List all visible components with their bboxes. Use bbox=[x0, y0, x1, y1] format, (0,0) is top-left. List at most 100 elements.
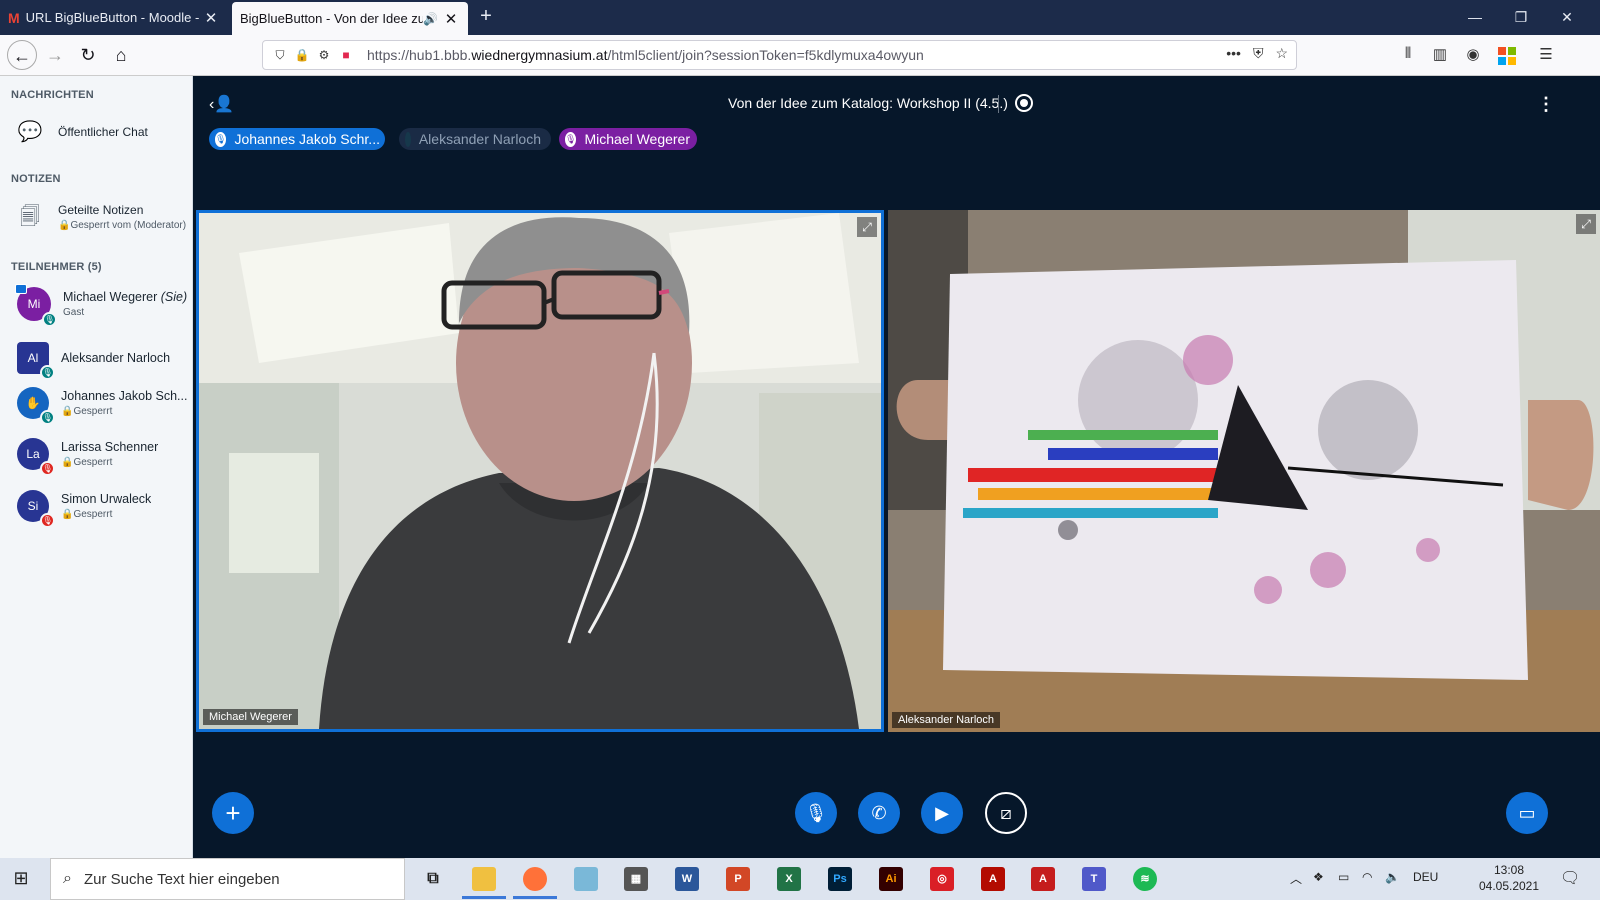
wifi-icon[interactable]: ◠ bbox=[1362, 870, 1372, 884]
excel-icon[interactable]: X bbox=[777, 867, 801, 891]
creative-cloud-icon[interactable]: ◎ bbox=[930, 867, 954, 891]
firefox-icon[interactable] bbox=[513, 867, 557, 899]
talking-indicator[interactable]: 🎙 Johannes Jakob Schr... bbox=[209, 128, 385, 150]
acrobat-icon[interactable]: A bbox=[981, 867, 1005, 891]
options-menu-icon[interactable]: ⋮ bbox=[1537, 94, 1555, 115]
tab-bigbluebutton[interactable]: BigBlueButton - Von der Idee zu 🔊 ✕ bbox=[232, 2, 468, 35]
tray-chevron-icon[interactable]: ︿ bbox=[1290, 870, 1302, 887]
sidebar-icon[interactable]: ▥ bbox=[1430, 45, 1450, 65]
video-tile-michael[interactable]: Michael Wegerer ⤢ bbox=[196, 210, 884, 732]
dropbox-icon[interactable]: ❖ bbox=[1313, 870, 1324, 884]
lock-icon[interactable]: 🔒 bbox=[293, 48, 311, 62]
battery-icon[interactable]: ▭ bbox=[1338, 870, 1349, 884]
participant-johannes-jakob[interactable]: ✋ 🎙 Johannes Jakob Sch... 🔒Gesperrt bbox=[17, 387, 189, 425]
acrobat-reader-icon[interactable]: A bbox=[1031, 867, 1055, 891]
notes-icon: 🗐 bbox=[20, 206, 40, 228]
public-chat-item[interactable]: 💬 Öffentlicher Chat bbox=[16, 118, 148, 146]
participant-larissa-schenner[interactable]: La 🎙 Larissa Schenner 🔒Gesperrt bbox=[17, 438, 189, 476]
bookmark-star-icon[interactable]: ☆ bbox=[1275, 45, 1288, 62]
webcam-image bbox=[199, 213, 881, 729]
photoshop-icon[interactable]: Ps bbox=[828, 867, 852, 891]
talking-indicator[interactable]: Aleksander Narloch bbox=[399, 128, 551, 150]
mic-icon: 🎙 bbox=[42, 312, 57, 327]
permissions-icon[interactable]: ⚙ bbox=[315, 48, 333, 62]
video-label: Michael Wegerer bbox=[203, 709, 298, 725]
shared-notes-item[interactable]: 🗐 Geteilte Notizen 🔒Gesperrt vom (Modera… bbox=[16, 203, 186, 231]
notifications-icon[interactable]: 🗨 bbox=[1560, 868, 1580, 888]
time: 13:08 bbox=[1493, 863, 1525, 877]
actions-button[interactable]: + bbox=[212, 792, 254, 834]
shared-notes-label: Geteilte Notizen bbox=[58, 203, 144, 217]
browser-tab-bar: M URL BigBlueButton - Moodle - ✕ BigBlue… bbox=[0, 0, 1600, 35]
back-button[interactable]: ← bbox=[7, 40, 37, 70]
video-tile-aleksander[interactable]: Aleksander Narloch ⤢ bbox=[888, 210, 1600, 732]
microsoft-icon[interactable] bbox=[1496, 45, 1516, 65]
restore-button[interactable]: ❐ bbox=[1498, 0, 1544, 35]
avatar: La 🎙 bbox=[17, 438, 55, 476]
microphone-button[interactable]: 🎙 bbox=[795, 792, 837, 834]
video-label: Aleksander Narloch bbox=[892, 712, 1000, 728]
shield-icon[interactable]: ⛉ bbox=[271, 48, 289, 63]
participant-status: 🔒Gesperrt bbox=[61, 509, 113, 520]
participant-simon-urwaleck[interactable]: Si 🎙 Simon Urwaleck 🔒Gesperrt bbox=[17, 490, 189, 528]
url-text[interactable]: https://hub1.bbb.wiednergymnasium.at/htm… bbox=[367, 47, 924, 63]
language-indicator[interactable]: DEU bbox=[1413, 870, 1438, 884]
speaker-icon[interactable]: 🔊 bbox=[423, 12, 438, 26]
forward-button[interactable]: → bbox=[40, 40, 70, 70]
fullscreen-icon[interactable]: ⤢ bbox=[1576, 214, 1596, 234]
tab-moodle[interactable]: M URL BigBlueButton - Moodle - ✕ bbox=[0, 0, 228, 35]
home-button[interactable]: ⌂ bbox=[106, 40, 136, 70]
account-icon[interactable]: ◉ bbox=[1463, 45, 1483, 65]
minimize-button[interactable]: — bbox=[1452, 0, 1498, 35]
close-tab-icon[interactable]: ✕ bbox=[202, 9, 220, 27]
participant-aleksander-narloch[interactable]: Al 🎙 Aleksander Narloch bbox=[17, 342, 189, 380]
gmail-icon: M bbox=[8, 9, 20, 26]
menu-icon[interactable]: ☰ bbox=[1536, 45, 1556, 65]
fullscreen-icon[interactable]: ⤢ bbox=[857, 217, 877, 237]
avatar: Mi 🎙 bbox=[15, 284, 57, 327]
mic-icon: 🎙 bbox=[565, 131, 577, 147]
record-icon[interactable] bbox=[1015, 94, 1033, 112]
task-view-icon[interactable]: ⧉ bbox=[421, 867, 445, 891]
volume-icon[interactable]: 🔈 bbox=[1385, 870, 1400, 884]
participant-name: Simon Urwaleck bbox=[61, 492, 152, 506]
more-icon[interactable]: ••• bbox=[1226, 45, 1241, 62]
webcam-image bbox=[888, 210, 1600, 732]
toggle-userlist-icon[interactable]: ‹👤 bbox=[209, 94, 234, 114]
audio-phone-button[interactable]: ✆ bbox=[858, 792, 900, 834]
library-icon[interactable]: ⫴ bbox=[1398, 45, 1418, 65]
search-icon: ⌕ bbox=[63, 870, 72, 887]
pocket-icon[interactable]: ⛨ bbox=[1253, 45, 1264, 62]
navigation-bar: ← → ↻ ⌂ ⛉ 🔒 ⚙ ■ https://hub1.bbb.wiedner… bbox=[0, 35, 1600, 76]
file-explorer-icon[interactable] bbox=[462, 867, 506, 899]
self-marker: (Sie) bbox=[160, 290, 188, 304]
windows-taskbar: ⊞ ⌕ Zur Suche Text hier eingeben ⧉ ▦ W P… bbox=[0, 858, 1600, 900]
date: 04.05.2021 bbox=[1478, 879, 1540, 893]
close-tab-icon[interactable]: ✕ bbox=[442, 10, 460, 28]
illustrator-icon[interactable]: Ai bbox=[879, 867, 903, 891]
talking-indicator[interactable]: 🎙 Michael Wegerer bbox=[559, 128, 697, 150]
taskbar-search[interactable]: ⌕ Zur Suche Text hier eingeben bbox=[50, 858, 405, 900]
camera-sharing-icon[interactable]: ■ bbox=[337, 48, 355, 62]
reload-button[interactable]: ↻ bbox=[73, 40, 103, 70]
screenshare-button[interactable]: ⧄ bbox=[985, 792, 1027, 834]
meeting-area: ‹👤 Von der Idee zum Katalog: Workshop II… bbox=[193, 76, 1600, 858]
clock[interactable]: 13:08 04.05.2021 bbox=[1474, 862, 1544, 894]
word-icon[interactable]: W bbox=[675, 867, 699, 891]
spotify-icon[interactable]: ≋ bbox=[1133, 867, 1157, 891]
chat-icon: 💬 bbox=[17, 121, 43, 143]
participant-michael-wegerer[interactable]: Mi 🎙 Michael Wegerer (Sie) Gast bbox=[15, 284, 189, 327]
powerpoint-icon[interactable]: P bbox=[726, 867, 750, 891]
url-bar[interactable]: ⛉ 🔒 ⚙ ■ https://hub1.bbb.wiednergymnasiu… bbox=[262, 40, 1297, 70]
participants-header: TEILNEHMER (5) bbox=[11, 261, 102, 273]
teams-icon[interactable]: T bbox=[1082, 867, 1106, 891]
mic-icon: 🎙 bbox=[40, 410, 55, 425]
notepad-icon[interactable] bbox=[574, 867, 598, 891]
camera-button[interactable]: ▶ bbox=[921, 792, 963, 834]
presentation-button[interactable]: ▭ bbox=[1506, 792, 1548, 834]
close-window-button[interactable]: ✕ bbox=[1544, 0, 1590, 35]
calculator-icon[interactable]: ▦ bbox=[624, 867, 648, 891]
participant-status: 🔒Gesperrt bbox=[61, 457, 113, 468]
new-tab-button[interactable]: + bbox=[474, 5, 498, 29]
windows-start-icon[interactable]: ⊞ bbox=[10, 868, 32, 890]
